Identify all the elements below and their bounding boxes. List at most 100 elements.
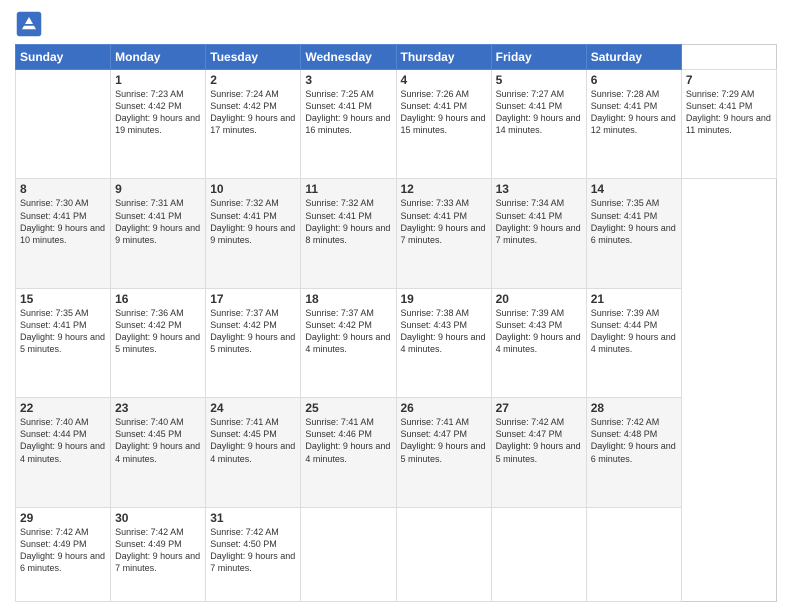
col-header-friday: Friday [491,45,586,70]
header [15,10,777,38]
calendar-cell: 19Sunrise: 7:38 AMSunset: 4:43 PMDayligh… [396,288,491,397]
calendar-cell: 4Sunrise: 7:26 AMSunset: 4:41 PMDaylight… [396,70,491,179]
day-number: 4 [401,73,487,87]
calendar-cell: 14Sunrise: 7:35 AMSunset: 4:41 PMDayligh… [586,179,681,288]
calendar-cell: 26Sunrise: 7:41 AMSunset: 4:47 PMDayligh… [396,398,491,507]
cell-details: Sunrise: 7:40 AMSunset: 4:44 PMDaylight:… [20,416,106,465]
calendar-cell: 31Sunrise: 7:42 AMSunset: 4:50 PMDayligh… [206,507,301,602]
cell-details: Sunrise: 7:26 AMSunset: 4:41 PMDaylight:… [401,88,487,137]
calendar-cell: 25Sunrise: 7:41 AMSunset: 4:46 PMDayligh… [301,398,396,507]
day-number: 25 [305,401,391,415]
day-number: 20 [496,292,582,306]
calendar-cell: 2Sunrise: 7:24 AMSunset: 4:42 PMDaylight… [206,70,301,179]
calendar-cell: 30Sunrise: 7:42 AMSunset: 4:49 PMDayligh… [111,507,206,602]
cell-details: Sunrise: 7:37 AMSunset: 4:42 PMDaylight:… [210,307,296,356]
cell-details: Sunrise: 7:42 AMSunset: 4:48 PMDaylight:… [591,416,677,465]
day-number: 24 [210,401,296,415]
day-number: 29 [20,511,106,525]
cell-details: Sunrise: 7:41 AMSunset: 4:47 PMDaylight:… [401,416,487,465]
cell-details: Sunrise: 7:42 AMSunset: 4:47 PMDaylight:… [496,416,582,465]
col-header-monday: Monday [111,45,206,70]
calendar-cell: 11Sunrise: 7:32 AMSunset: 4:41 PMDayligh… [301,179,396,288]
cell-details: Sunrise: 7:27 AMSunset: 4:41 PMDaylight:… [496,88,582,137]
day-number: 27 [496,401,582,415]
day-number: 30 [115,511,201,525]
calendar-cell: 1Sunrise: 7:23 AMSunset: 4:42 PMDaylight… [111,70,206,179]
calendar-cell [586,507,681,602]
calendar-cell: 22Sunrise: 7:40 AMSunset: 4:44 PMDayligh… [16,398,111,507]
cell-details: Sunrise: 7:38 AMSunset: 4:43 PMDaylight:… [401,307,487,356]
cell-details: Sunrise: 7:35 AMSunset: 4:41 PMDaylight:… [20,307,106,356]
cell-details: Sunrise: 7:36 AMSunset: 4:42 PMDaylight:… [115,307,201,356]
col-header-wednesday: Wednesday [301,45,396,70]
day-number: 12 [401,182,487,196]
col-header-tuesday: Tuesday [206,45,301,70]
cell-details: Sunrise: 7:29 AMSunset: 4:41 PMDaylight:… [686,88,772,137]
day-number: 6 [591,73,677,87]
cell-details: Sunrise: 7:23 AMSunset: 4:42 PMDaylight:… [115,88,201,137]
day-number: 17 [210,292,296,306]
day-number: 26 [401,401,487,415]
cell-details: Sunrise: 7:25 AMSunset: 4:41 PMDaylight:… [305,88,391,137]
day-number: 1 [115,73,201,87]
cell-details: Sunrise: 7:31 AMSunset: 4:41 PMDaylight:… [115,197,201,246]
page: SundayMondayTuesdayWednesdayThursdayFrid… [0,0,792,612]
cell-details: Sunrise: 7:35 AMSunset: 4:41 PMDaylight:… [591,197,677,246]
cell-details: Sunrise: 7:34 AMSunset: 4:41 PMDaylight:… [496,197,582,246]
day-number: 21 [591,292,677,306]
cell-details: Sunrise: 7:40 AMSunset: 4:45 PMDaylight:… [115,416,201,465]
calendar-cell: 13Sunrise: 7:34 AMSunset: 4:41 PMDayligh… [491,179,586,288]
day-number: 3 [305,73,391,87]
cell-details: Sunrise: 7:42 AMSunset: 4:49 PMDaylight:… [20,526,106,575]
calendar-cell [396,507,491,602]
calendar-cell: 23Sunrise: 7:40 AMSunset: 4:45 PMDayligh… [111,398,206,507]
cell-details: Sunrise: 7:39 AMSunset: 4:43 PMDaylight:… [496,307,582,356]
calendar-cell: 16Sunrise: 7:36 AMSunset: 4:42 PMDayligh… [111,288,206,397]
day-number: 22 [20,401,106,415]
day-number: 23 [115,401,201,415]
cell-details: Sunrise: 7:42 AMSunset: 4:50 PMDaylight:… [210,526,296,575]
cell-details: Sunrise: 7:37 AMSunset: 4:42 PMDaylight:… [305,307,391,356]
day-number: 31 [210,511,296,525]
cell-details: Sunrise: 7:32 AMSunset: 4:41 PMDaylight:… [305,197,391,246]
day-number: 2 [210,73,296,87]
calendar-cell: 28Sunrise: 7:42 AMSunset: 4:48 PMDayligh… [586,398,681,507]
cell-details: Sunrise: 7:41 AMSunset: 4:46 PMDaylight:… [305,416,391,465]
col-header-sunday: Sunday [16,45,111,70]
cell-details: Sunrise: 7:41 AMSunset: 4:45 PMDaylight:… [210,416,296,465]
calendar-cell: 6Sunrise: 7:28 AMSunset: 4:41 PMDaylight… [586,70,681,179]
calendar-cell [491,507,586,602]
day-number: 7 [686,73,772,87]
calendar-cell: 7Sunrise: 7:29 AMSunset: 4:41 PMDaylight… [681,70,776,179]
calendar-cell [301,507,396,602]
cell-details: Sunrise: 7:32 AMSunset: 4:41 PMDaylight:… [210,197,296,246]
col-header-thursday: Thursday [396,45,491,70]
calendar-cell: 10Sunrise: 7:32 AMSunset: 4:41 PMDayligh… [206,179,301,288]
calendar-cell: 15Sunrise: 7:35 AMSunset: 4:41 PMDayligh… [16,288,111,397]
day-number: 5 [496,73,582,87]
day-number: 11 [305,182,391,196]
cell-details: Sunrise: 7:42 AMSunset: 4:49 PMDaylight:… [115,526,201,575]
calendar-cell: 17Sunrise: 7:37 AMSunset: 4:42 PMDayligh… [206,288,301,397]
day-number: 8 [20,182,106,196]
calendar-cell: 29Sunrise: 7:42 AMSunset: 4:49 PMDayligh… [16,507,111,602]
day-number: 18 [305,292,391,306]
calendar-cell: 3Sunrise: 7:25 AMSunset: 4:41 PMDaylight… [301,70,396,179]
empty-cell [16,70,111,179]
calendar-cell: 5Sunrise: 7:27 AMSunset: 4:41 PMDaylight… [491,70,586,179]
cell-details: Sunrise: 7:28 AMSunset: 4:41 PMDaylight:… [591,88,677,137]
cell-details: Sunrise: 7:39 AMSunset: 4:44 PMDaylight:… [591,307,677,356]
cell-details: Sunrise: 7:24 AMSunset: 4:42 PMDaylight:… [210,88,296,137]
day-number: 10 [210,182,296,196]
calendar-cell: 18Sunrise: 7:37 AMSunset: 4:42 PMDayligh… [301,288,396,397]
calendar-cell: 12Sunrise: 7:33 AMSunset: 4:41 PMDayligh… [396,179,491,288]
day-number: 14 [591,182,677,196]
col-header-saturday: Saturday [586,45,681,70]
calendar-cell: 21Sunrise: 7:39 AMSunset: 4:44 PMDayligh… [586,288,681,397]
day-number: 16 [115,292,201,306]
logo [15,10,47,38]
calendar-cell: 27Sunrise: 7:42 AMSunset: 4:47 PMDayligh… [491,398,586,507]
calendar-cell: 8Sunrise: 7:30 AMSunset: 4:41 PMDaylight… [16,179,111,288]
day-number: 19 [401,292,487,306]
day-number: 13 [496,182,582,196]
